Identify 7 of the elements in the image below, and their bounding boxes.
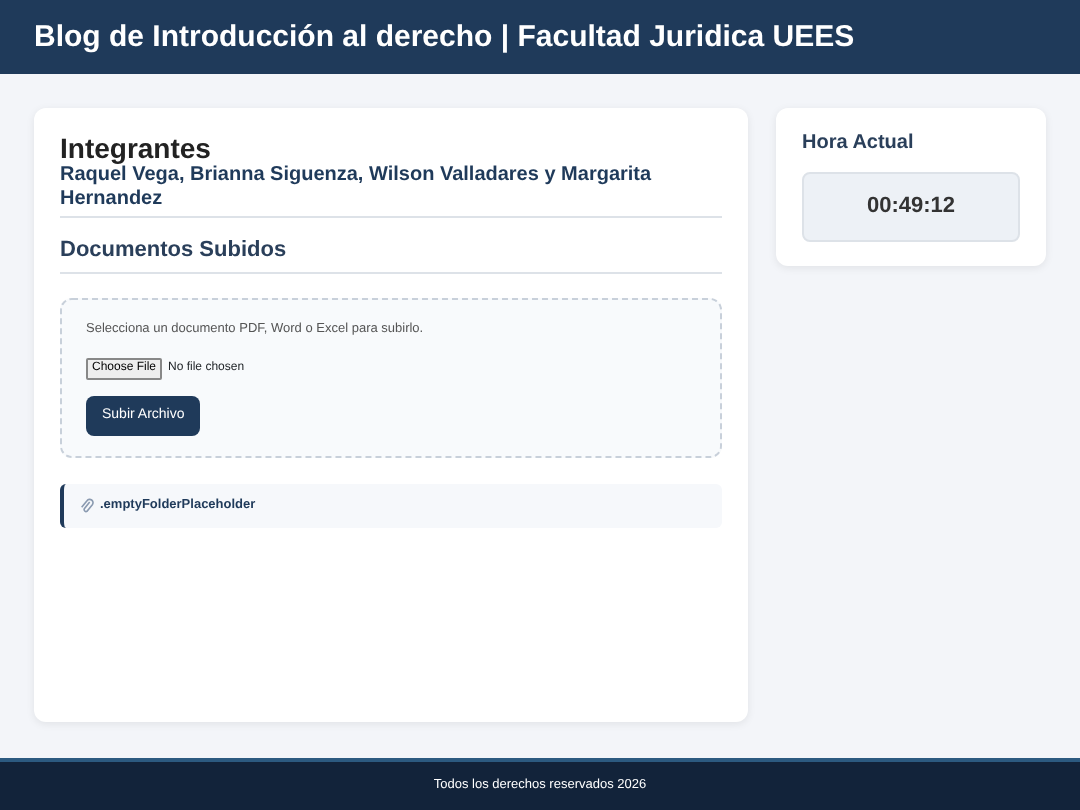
site-title: Blog de Introducción al derecho | Facultad Juridica UEES: [34, 19, 855, 55]
paperclip-icon: [80, 498, 94, 515]
clock-heading: Hora Actual: [802, 132, 916, 156]
section-heading: Integrantes: [60, 134, 213, 165]
section-heading: Documentos Subidos: [60, 238, 722, 274]
member-names: Raquel Vega, Brianna Siguenza, Wilson Valladares y Margarita Hernandez: [60, 164, 722, 219]
clock-display: 00:49:12: [802, 172, 1020, 241]
